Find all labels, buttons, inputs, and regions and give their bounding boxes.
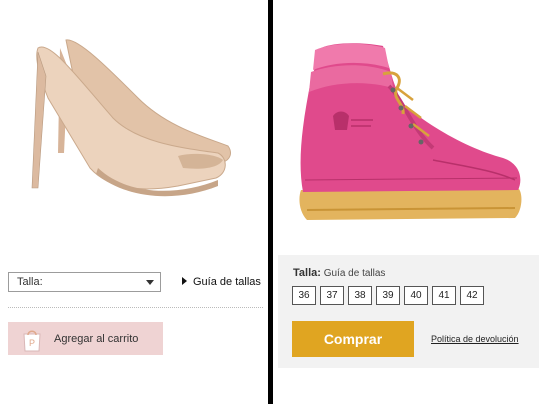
size-option[interactable]: 39 xyxy=(376,286,400,305)
size-option[interactable]: 37 xyxy=(320,286,344,305)
size-option[interactable]: 40 xyxy=(404,286,428,305)
purchase-box: Talla: Guía de tallas 36 37 38 39 40 41 … xyxy=(278,255,539,368)
size-option[interactable]: 41 xyxy=(432,286,456,305)
add-to-cart-button[interactable]: P Agregar al carrito xyxy=(8,322,163,355)
pink-boot-product-image xyxy=(299,43,522,220)
size-option[interactable]: 42 xyxy=(460,286,484,305)
size-option[interactable]: 38 xyxy=(348,286,372,305)
size-label: Talla: xyxy=(293,267,321,279)
size-guide-text[interactable]: Guía de tallas xyxy=(324,268,386,279)
add-to-cart-label: Agregar al carrito xyxy=(54,333,139,345)
nude-heel-product-image xyxy=(31,39,231,197)
triangle-right-icon xyxy=(182,277,187,285)
right-product-panel: Talla: Guía de tallas 36 37 38 39 40 41 … xyxy=(273,0,539,404)
chevron-down-icon xyxy=(146,280,154,285)
size-guide-link[interactable]: Guía de tallas xyxy=(182,276,261,288)
size-select[interactable]: Talla: xyxy=(8,272,161,292)
size-select-value: Talla: xyxy=(17,276,43,288)
buy-button[interactable]: Comprar xyxy=(292,321,414,357)
size-label-row: Talla: Guía de tallas xyxy=(293,267,385,279)
return-policy-link[interactable]: Política de devolución xyxy=(431,334,519,344)
size-guide-link-label: Guía de tallas xyxy=(193,276,261,288)
size-options: 36 37 38 39 40 41 42 xyxy=(292,286,484,305)
left-product-panel: Talla: Guía de tallas P Agregar al carri… xyxy=(0,0,268,404)
size-option[interactable]: 36 xyxy=(292,286,316,305)
svg-text:P: P xyxy=(29,338,35,348)
shopping-bag-icon: P xyxy=(23,330,41,352)
divider-line xyxy=(8,307,263,308)
